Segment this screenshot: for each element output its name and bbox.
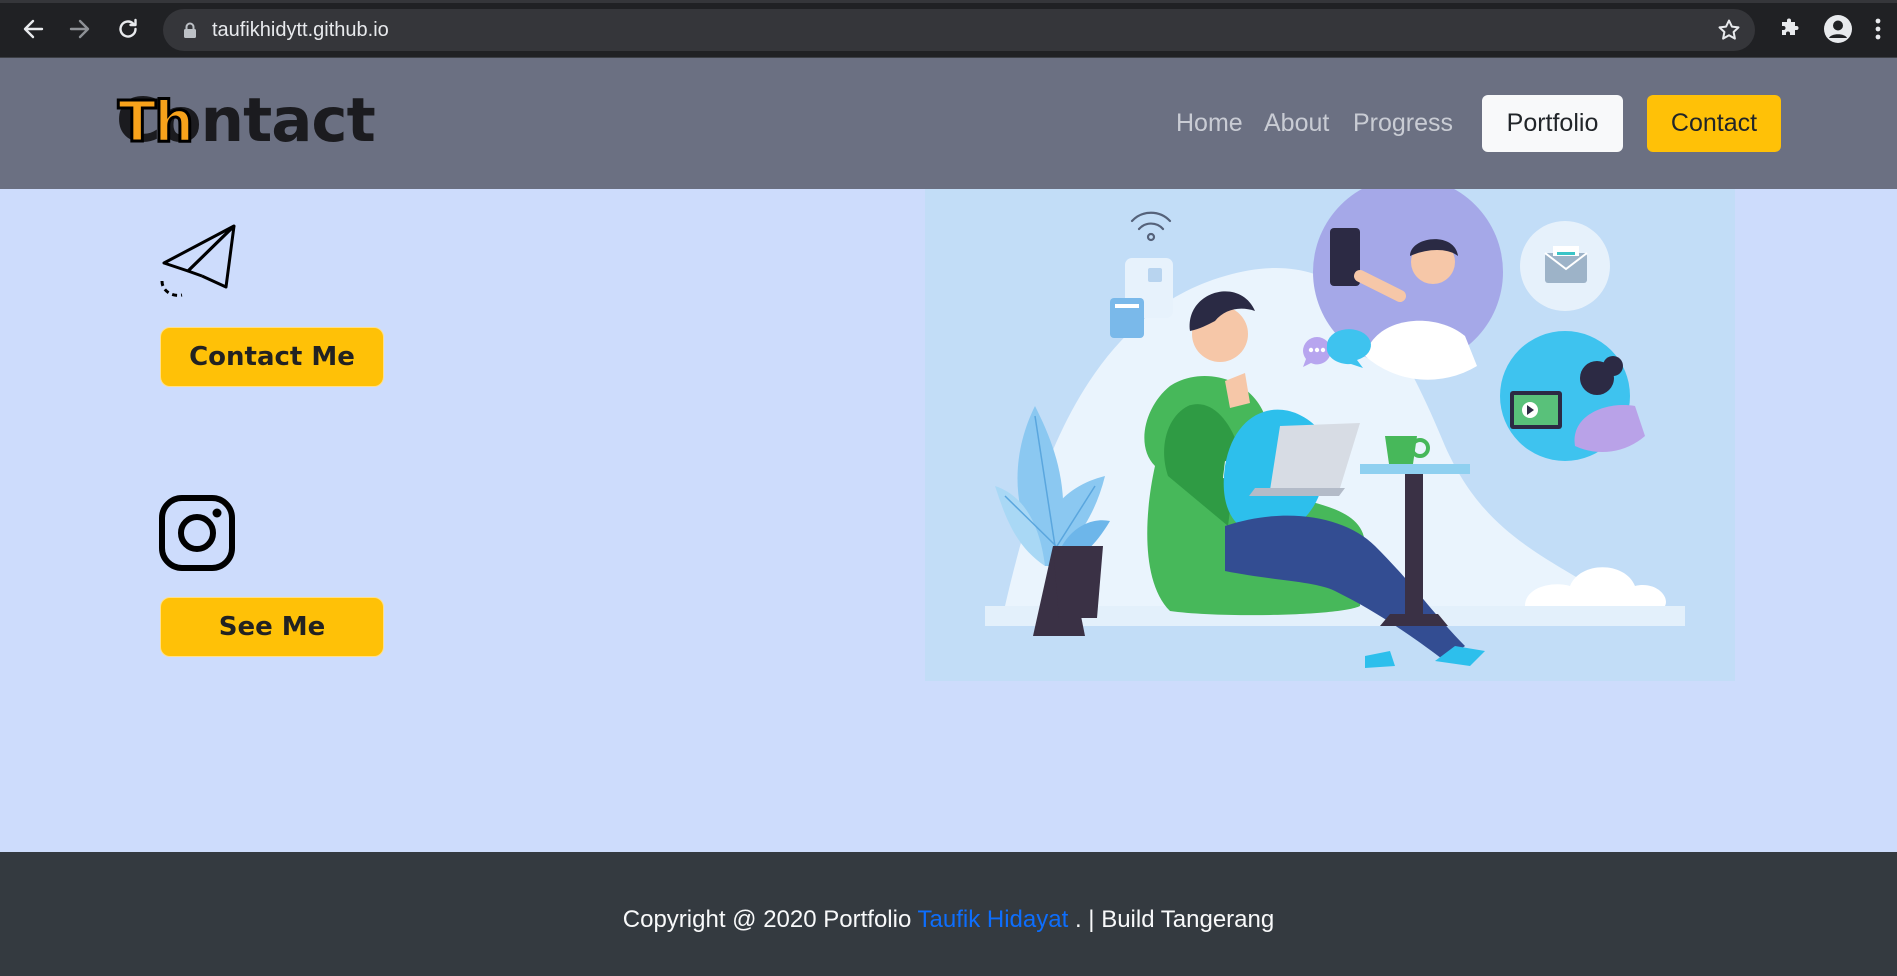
- extensions-button[interactable]: [1774, 13, 1806, 45]
- copyright-suffix: . | Build Tangerang: [1068, 906, 1275, 933]
- site-logo[interactable]: Contact Th: [116, 88, 436, 158]
- avatar-icon: [1824, 15, 1852, 43]
- forward-button[interactable]: [63, 12, 97, 46]
- forward-arrow-icon: [69, 19, 90, 39]
- back-arrow-icon: [23, 19, 44, 39]
- browser-toolbar: taufikhidytt.github.io: [0, 0, 1897, 58]
- logo-overlay-text: Th: [116, 90, 195, 155]
- url-text: taufikhidytt.github.io: [212, 19, 389, 41]
- nav-about-link[interactable]: About: [1264, 109, 1329, 138]
- puzzle-icon: [1782, 18, 1799, 35]
- instagram-icon[interactable]: [158, 494, 236, 572]
- contact-me-button[interactable]: Contact Me: [160, 327, 384, 387]
- copyright-prefix: Copyright @ 2020 Portfolio: [622, 906, 918, 933]
- portfolio-button[interactable]: Portfolio: [1482, 95, 1623, 152]
- reload-icon: [119, 18, 137, 38]
- browser-menu-button[interactable]: [1868, 13, 1888, 45]
- back-button[interactable]: [16, 12, 50, 46]
- site-footer: Copyright @ 2020 Portfolio Taufik Hidaya…: [0, 852, 1897, 976]
- nav-progress-link[interactable]: Progress: [1353, 109, 1453, 138]
- nav-home-link[interactable]: Home: [1176, 109, 1243, 138]
- more-vertical-icon: [1875, 18, 1881, 40]
- site-navbar: Contact Th Home About Progress Portfolio…: [0, 58, 1897, 189]
- address-bar[interactable]: taufikhidytt.github.io: [163, 9, 1755, 51]
- see-me-button[interactable]: See Me: [160, 597, 384, 657]
- paper-plane-icon: [160, 224, 236, 297]
- bookmark-star-icon[interactable]: [1717, 18, 1741, 42]
- author-link[interactable]: Taufik Hidayat: [918, 906, 1069, 933]
- profile-button[interactable]: [1822, 13, 1854, 45]
- tab-strip-edge: [0, 0, 1897, 3]
- lock-icon: [184, 22, 196, 38]
- video-call-illustration: [925, 146, 1735, 681]
- reload-button[interactable]: [111, 12, 145, 46]
- copyright-text: Copyright @ 2020 Portfolio Taufik Hidaya…: [0, 906, 1897, 934]
- contact-nav-button[interactable]: Contact: [1647, 95, 1781, 152]
